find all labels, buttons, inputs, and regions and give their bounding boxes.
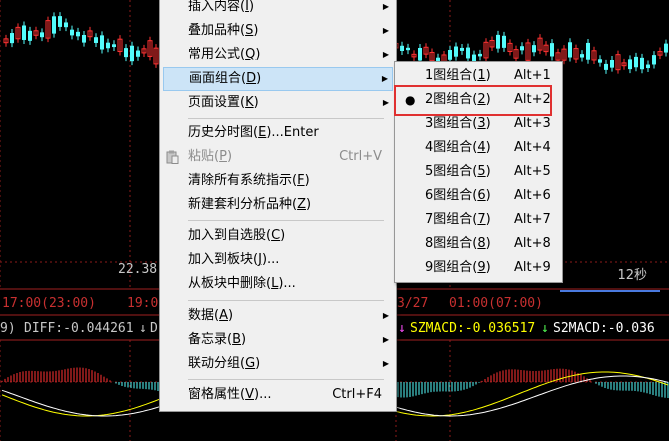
- menu-item-add-to-watchlist[interactable]: 加入到自选股(C): [160, 224, 396, 248]
- paste-icon: [166, 150, 179, 164]
- menu-item-history-timeshare[interactable]: 历史分时图(E)...Enter: [160, 121, 396, 145]
- menu-separator: [188, 220, 384, 221]
- submenu-item-layout-6[interactable]: 6图组合(6) Alt+6: [395, 184, 562, 208]
- submenu-arrow-icon: ▶: [382, 335, 389, 344]
- menu-item-common-formula[interactable]: 常用公式(Q) ▶: [160, 43, 396, 67]
- context-menu: 插入内容(I) ▶ 叠加品种(S) ▶ 常用公式(Q) ▶ 画面组合(D) ▶ …: [159, 0, 397, 412]
- submenu-arrow-icon: ▶: [382, 2, 389, 11]
- submenu-arrow-icon: ▶: [382, 311, 389, 320]
- time-axis-label: 3/27: [397, 296, 429, 311]
- menu-separator: [188, 379, 384, 380]
- menu-item-screen-layout[interactable]: 画面组合(D) ▶: [163, 67, 393, 91]
- menu-item-link-group[interactable]: 联动分组(G) ▶: [160, 352, 396, 376]
- menu-separator: [188, 300, 384, 301]
- s2macd-value: S2MACD:-0.036: [553, 321, 655, 336]
- price-label: 22.38: [118, 262, 158, 277]
- indicator-prefix: 9): [0, 321, 16, 336]
- submenu-item-layout-7[interactable]: 7图组合(7) Alt+7: [395, 208, 562, 232]
- down-arrow-icon: ↓: [139, 321, 147, 336]
- menu-item-overlay-symbol[interactable]: 叠加品种(S) ▶: [160, 19, 396, 43]
- time-axis-label: 01:00(07:00): [449, 296, 543, 311]
- diff-value: DIFF:-0.044261: [24, 321, 134, 336]
- menu-item-new-arbitrage[interactable]: 新建套利分析品种(Z): [160, 193, 396, 217]
- submenu-arrow-icon: ▶: [382, 98, 389, 107]
- menu-item-insert-content[interactable]: 插入内容(I) ▶: [160, 0, 396, 19]
- highlight-box: [394, 85, 552, 116]
- submenu-item-layout-4[interactable]: 4图组合(4) Alt+4: [395, 136, 562, 160]
- timer-label: 12秒: [617, 268, 647, 283]
- down-arrow-icon: ↓: [398, 321, 406, 336]
- submenu-arrow-icon: ▶: [382, 26, 389, 35]
- menu-item-memo[interactable]: 备忘录(B) ▶: [160, 328, 396, 352]
- menu-item-remove-from-sector[interactable]: 从板块中删除(L)...: [160, 272, 396, 296]
- time-axis-label: 19:0: [127, 296, 159, 311]
- menu-item-data[interactable]: 数据(A) ▶: [160, 304, 396, 328]
- submenu-item-layout-5[interactable]: 5图组合(5) Alt+5: [395, 160, 562, 184]
- menu-item-pane-properties[interactable]: 窗格属性(V)... Ctrl+F4: [160, 383, 396, 407]
- down-arrow-icon: ↓: [541, 321, 549, 336]
- submenu-item-layout-8[interactable]: 8图组合(8) Alt+8: [395, 232, 562, 256]
- submenu-arrow-icon: ▶: [382, 359, 389, 368]
- time-axis-label: 17:00(23:00): [2, 296, 96, 311]
- submenu-arrow-icon: ▶: [381, 74, 388, 83]
- submenu-item-layout-9[interactable]: 9图组合(9) Alt+9: [395, 256, 562, 280]
- menu-item-paste[interactable]: 粘贴(P) Ctrl+V: [160, 145, 396, 169]
- menu-separator: [188, 118, 384, 119]
- menu-item-page-settings[interactable]: 页面设置(K) ▶: [160, 91, 396, 115]
- submenu-arrow-icon: ▶: [382, 50, 389, 59]
- menu-item-add-to-sector[interactable]: 加入到板块(J)...: [160, 248, 396, 272]
- menu-item-clear-indicators[interactable]: 清除所有系统指示(F): [160, 169, 396, 193]
- indicator-trail: D: [150, 321, 158, 336]
- szmacd-value: SZMACD:-0.036517: [410, 321, 536, 336]
